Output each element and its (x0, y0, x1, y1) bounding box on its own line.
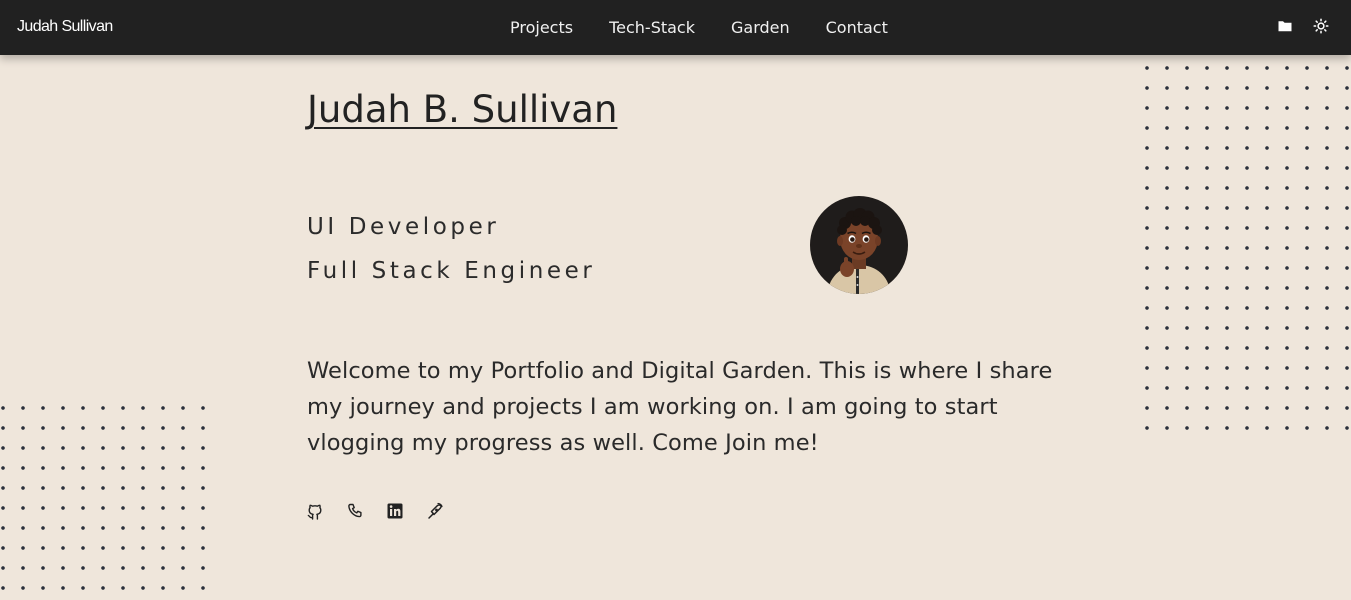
intro-paragraph: Welcome to my Portfolio and Digital Gard… (307, 358, 1053, 456)
brand-link[interactable]: Judah Sullivan (17, 17, 113, 37)
nav-link-contact[interactable]: Contact (808, 0, 906, 55)
sun-icon[interactable] (1313, 18, 1329, 34)
nav-item-contact: Contact (808, 0, 906, 55)
avatar (809, 195, 909, 295)
nav-link-garden[interactable]: Garden (713, 0, 808, 55)
nav-links: Projects Tech-Stack Garden Contact (492, 0, 906, 55)
social-links (307, 502, 443, 520)
role-full-stack-engineer: Full Stack Engineer (307, 258, 596, 284)
page-title[interactable]: Judah B. Sullivan (307, 88, 617, 132)
hashnode-icon[interactable] (427, 502, 443, 520)
nav-link-projects[interactable]: Projects (492, 0, 591, 55)
nav-icon-group (1277, 18, 1329, 34)
linkedin-icon[interactable] (387, 502, 403, 520)
folder-icon[interactable] (1277, 18, 1293, 34)
nav-item-tech-stack: Tech-Stack (591, 0, 713, 55)
dot-pattern-right (1137, 58, 1351, 440)
dot-pattern-left (0, 398, 214, 600)
role-ui-developer: UI Developer (307, 214, 500, 240)
github-icon[interactable] (307, 502, 323, 520)
nav-item-projects: Projects (492, 0, 591, 55)
navbar: Judah Sullivan Projects Tech-Stack Garde… (0, 0, 1351, 55)
nav-item-garden: Garden (713, 0, 808, 55)
nav-link-tech-stack[interactable]: Tech-Stack (591, 0, 713, 55)
phone-icon[interactable] (347, 502, 363, 520)
